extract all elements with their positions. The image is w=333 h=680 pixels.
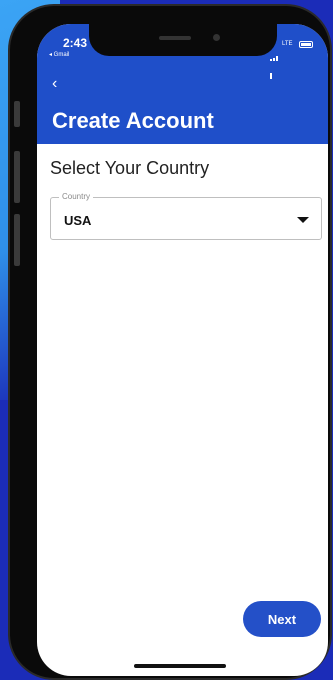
section-heading: Select Your Country (50, 158, 210, 178)
front-camera (213, 34, 220, 41)
volume-down-button (14, 214, 20, 266)
home-indicator[interactable] (134, 664, 226, 668)
back-button[interactable]: ‹ (52, 76, 57, 92)
phone-frame: 2:43 ◂ Gmail LTE ‹ Create Account Select… (10, 6, 330, 678)
back-to-app-link[interactable]: ◂ Gmail (49, 51, 69, 58)
chevron-left-icon: ‹ (52, 75, 58, 92)
speaker-grille (159, 36, 191, 40)
notch (89, 24, 277, 56)
page-title: Create Account (52, 108, 214, 133)
status-time: 2:43 (63, 36, 88, 50)
country-select[interactable]: Country USA (50, 192, 322, 240)
battery-icon (299, 41, 313, 48)
volume-up-button (14, 151, 20, 203)
mute-switch (14, 101, 20, 127)
network-label: LTE (282, 41, 293, 47)
screen: 2:43 ◂ Gmail LTE ‹ Create Account Select… (37, 24, 328, 676)
country-field-label: Country (59, 192, 94, 201)
next-button[interactable]: Next (243, 601, 321, 637)
country-selected-value: USA (64, 213, 92, 228)
caret-down-icon (297, 217, 309, 223)
